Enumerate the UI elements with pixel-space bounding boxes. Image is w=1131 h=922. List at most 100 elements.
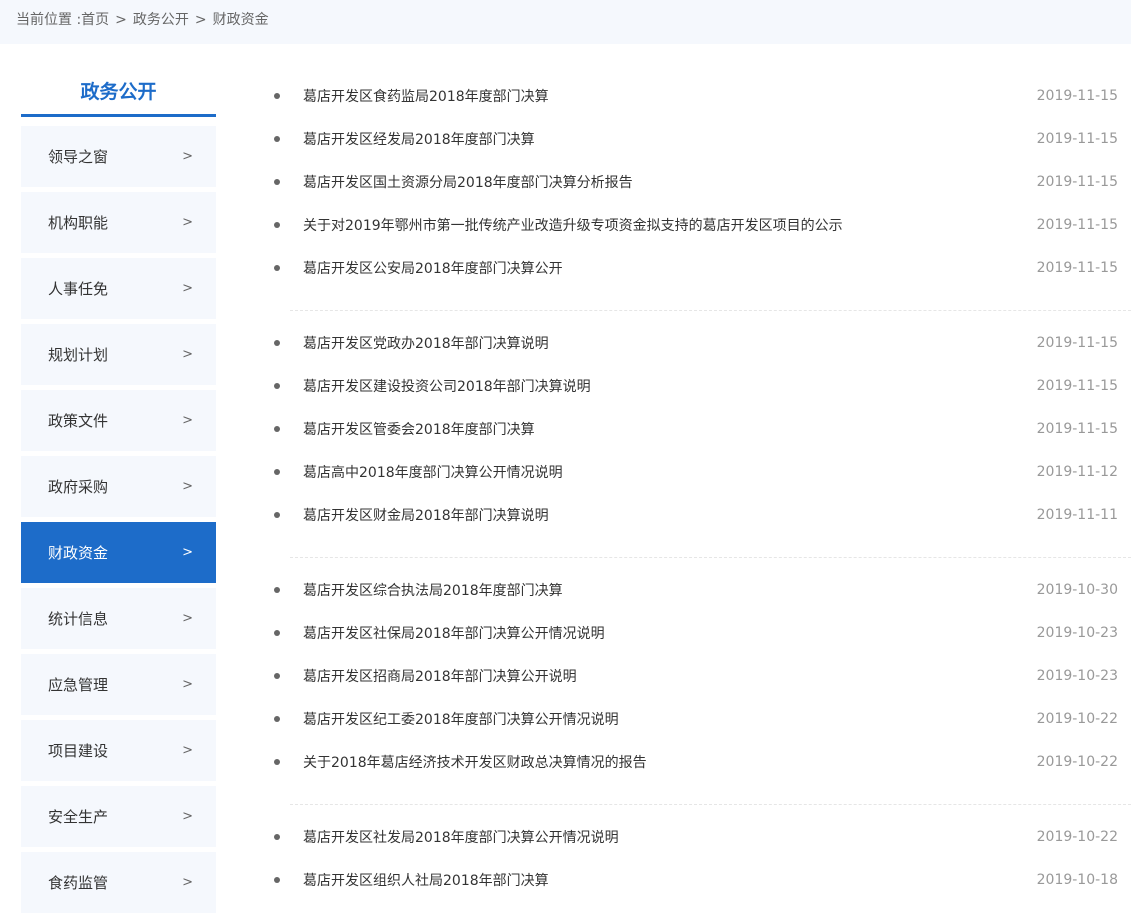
list-item: 葛店开发区社发局2018年度部门决算公开情况说明 2019-10-22 [274,815,1131,858]
chevron-right-icon: > [182,545,193,560]
news-title-link[interactable]: 葛店开发区经发局2018年度部门决算 [303,129,1037,149]
sidebar-item[interactable]: 政策文件 > [21,390,216,451]
breadcrumb: 当前位置 :首页 > 政务公开 > 财政资金 [0,0,1131,44]
breadcrumb-separator: > [194,12,207,28]
news-title-link[interactable]: 葛店开发区国土资源分局2018年度部门决算分析报告 [303,172,1037,192]
breadcrumb-link-home[interactable]: 首页 [81,12,109,28]
list-item: 葛店开发区建设投资公司2018年部门决算说明 2019-11-15 [274,364,1131,407]
list-item: 关于2018年葛店经济技术开发区财政总决算情况的报告 2019-10-22 [274,740,1131,783]
sidebar-item-label: 食药监管 [48,874,109,892]
chevron-right-icon: > [182,149,193,164]
bullet-icon [274,833,280,840]
news-title-link[interactable]: 关于2018年葛店经济技术开发区财政总决算情况的报告 [303,752,1037,772]
news-title-link[interactable]: 葛店开发区社保局2018年部门决算公开情况说明 [303,623,1037,643]
news-title-link[interactable]: 葛店开发区纪工委2018年度部门决算公开情况说明 [303,709,1037,729]
sidebar-nav: 领导之窗 > 机构职能 > 人事任免 > 规划计划 > 政策文件 > 政府采购 > 财政资金 > 统计信息 >… [21,126,216,913]
chevron-right-icon: > [182,809,193,824]
news-title-link[interactable]: 葛店开发区招商局2018年部门决算公开说明 [303,666,1037,686]
news-title-link[interactable]: 葛店开发区组织人社局2018年部门决算 [303,870,1037,890]
chevron-right-icon: > [182,347,193,362]
bullet-icon [274,629,280,636]
sidebar-item[interactable]: 财政资金 > [21,522,216,583]
news-title-link[interactable]: 葛店开发区食药监局2018年度部门决算 [303,86,1037,106]
news-title-link[interactable]: 葛店高中2018年度部门决算公开情况说明 [303,462,1037,482]
list-item: 葛店开发区综合执法局2018年度部门决算 2019-10-30 [274,568,1131,611]
news-group: 葛店开发区党政办2018年部门决算说明 2019-11-15 葛店开发区建设投资公司… [274,310,1131,557]
breadcrumb-separator: > [115,12,127,28]
list-item: 葛店开发区纪工委2018年度部门决算公开情况说明 2019-10-22 [274,697,1131,740]
news-date: 2019-10-30 [1036,581,1118,598]
sidebar-item-label: 财政资金 [48,544,109,562]
list-item: 葛店开发区公安局2018年度部门决算公开 2019-11-15 [274,246,1131,289]
news-title-link[interactable]: 葛店开发区综合执法局2018年度部门决算 [303,580,1037,600]
sidebar-item-label: 人事任免 [48,280,109,298]
breadcrumb-prefix: 当前位置 : [16,12,82,28]
sidebar: 政务公开 领导之窗 > 机构职能 > 人事任免 > 规划计划 > 政策文件 > 政府采购 > 财政资金 >… [21,62,216,918]
bullet-icon [274,264,280,271]
news-date: 2019-11-11 [1036,506,1118,523]
bullet-icon [274,586,280,593]
news-title-link[interactable]: 葛店开发区公安局2018年度部门决算公开 [303,258,1037,278]
sidebar-item-label: 政策文件 [48,412,109,430]
sidebar-item[interactable]: 领导之窗 > [21,126,216,187]
news-date: 2019-11-15 [1036,259,1118,276]
sidebar-item[interactable]: 统计信息 > [21,588,216,649]
list-item: 葛店开发区经发局2018年度部门决算 2019-11-15 [274,117,1131,160]
chevron-right-icon: > [182,215,193,230]
chevron-right-icon: > [182,677,193,692]
news-group: 葛店开发区综合执法局2018年度部门决算 2019-10-30 葛店开发区社保局20… [274,557,1131,804]
news-date: 2019-10-22 [1036,710,1118,727]
chevron-right-icon: > [182,281,193,296]
list-item: 葛店开发区国土资源分局2018年度部门决算分析报告 2019-11-15 [274,160,1131,203]
sidebar-item[interactable]: 人事任免 > [21,258,216,319]
news-title-link[interactable]: 葛店开发区党政办2018年部门决算说明 [303,333,1037,353]
bullet-icon [274,135,280,142]
news-title-link[interactable]: 葛店开发区建设投资公司2018年部门决算说明 [303,376,1037,396]
bullet-icon [274,178,280,185]
news-date: 2019-10-22 [1036,753,1118,770]
list-item: 葛店开发区组织人社局2018年部门决算 2019-10-18 [274,858,1131,901]
chevron-right-icon: > [182,611,193,626]
news-date: 2019-11-15 [1036,130,1118,147]
list-item: 葛店开发区党政办2018年部门决算说明 2019-11-15 [274,321,1131,364]
news-title-link[interactable]: 葛店开发区管委会2018年度部门决算 [303,419,1037,439]
sidebar-title: 政务公开 [21,62,216,117]
list-item: 葛店高中2018年度部门决算公开情况说明 2019-11-12 [274,450,1131,493]
sidebar-item-label: 机构职能 [48,214,109,232]
chevron-right-icon: > [182,413,193,428]
news-date: 2019-10-23 [1036,667,1118,684]
sidebar-item-label: 规划计划 [48,346,109,364]
sidebar-item-label: 安全生产 [48,808,109,826]
news-date: 2019-11-15 [1036,420,1118,437]
news-date: 2019-11-12 [1036,463,1118,480]
bullet-icon [274,468,280,475]
bullet-icon [274,672,280,679]
sidebar-item[interactable]: 规划计划 > [21,324,216,385]
sidebar-item[interactable]: 政府采购 > [21,456,216,517]
news-group: 葛店开发区食药监局2018年度部门决算 2019-11-15 葛店开发区经发局201… [274,74,1131,310]
sidebar-item[interactable]: 安全生产 > [21,786,216,847]
breadcrumb-link-gov-affairs[interactable]: 政务公开 [133,12,189,28]
sidebar-item[interactable]: 机构职能 > [21,192,216,253]
chevron-right-icon: > [182,743,193,758]
news-date: 2019-11-15 [1036,377,1118,394]
bullet-icon [274,382,280,389]
sidebar-item-label: 统计信息 [48,610,109,628]
news-list: 葛店开发区食药监局2018年度部门决算 2019-11-15 葛店开发区经发局201… [274,74,1131,922]
news-title-link[interactable]: 葛店开发区财金局2018年部门决算说明 [303,505,1037,525]
news-title-link[interactable]: 关于对2019年鄂州市第一批传统产业改造升级专项资金拟支持的葛店开发区项目的公示 [303,215,1037,235]
breadcrumb-link-finance[interactable]: 财政资金 [213,12,269,28]
news-date: 2019-10-18 [1036,871,1118,888]
chevron-right-icon: > [182,875,193,890]
sidebar-item[interactable]: 食药监管 > [21,852,216,913]
list-item: 葛店开发区管委会2018年度部门决算 2019-11-15 [274,407,1131,450]
list-item: 葛店开发区社保局2018年部门决算公开情况说明 2019-10-23 [274,611,1131,654]
sidebar-item-label: 应急管理 [48,676,109,694]
news-date: 2019-10-23 [1036,624,1118,641]
news-date: 2019-11-15 [1036,173,1118,190]
news-title-link[interactable]: 葛店开发区社发局2018年度部门决算公开情况说明 [303,827,1037,847]
bullet-icon [274,715,280,722]
sidebar-item[interactable]: 应急管理 > [21,654,216,715]
sidebar-item[interactable]: 项目建设 > [21,720,216,781]
sidebar-item-label: 政府采购 [48,478,109,496]
